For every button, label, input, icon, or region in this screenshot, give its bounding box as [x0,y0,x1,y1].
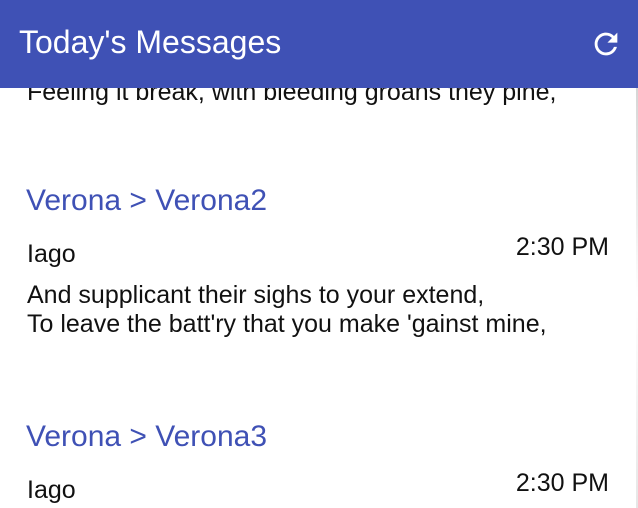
message-body-line: To leave the batt'ry that you make 'gain… [27,310,547,338]
message-body-line: And supplicant their sighs to your exten… [27,281,485,309]
message-title: Verona > Verona2 [26,184,268,217]
app-bar: Today's Messages [0,0,638,88]
message-time: 2:30 PM [515,233,609,261]
refresh-icon [594,32,618,56]
app-bar-title: Today's Messages [19,24,282,60]
message-body: And supplicant their sighs to your exten… [27,281,547,339]
messages-screen: Feeling it break, with bleeding groans t… [0,0,638,508]
message-title: Verona > Verona3 [26,420,268,453]
message-sender: Iago [27,476,76,504]
refresh-button[interactable] [586,24,626,64]
message-sender: Iago [27,240,76,268]
message-time: 2:30 PM [515,469,609,497]
